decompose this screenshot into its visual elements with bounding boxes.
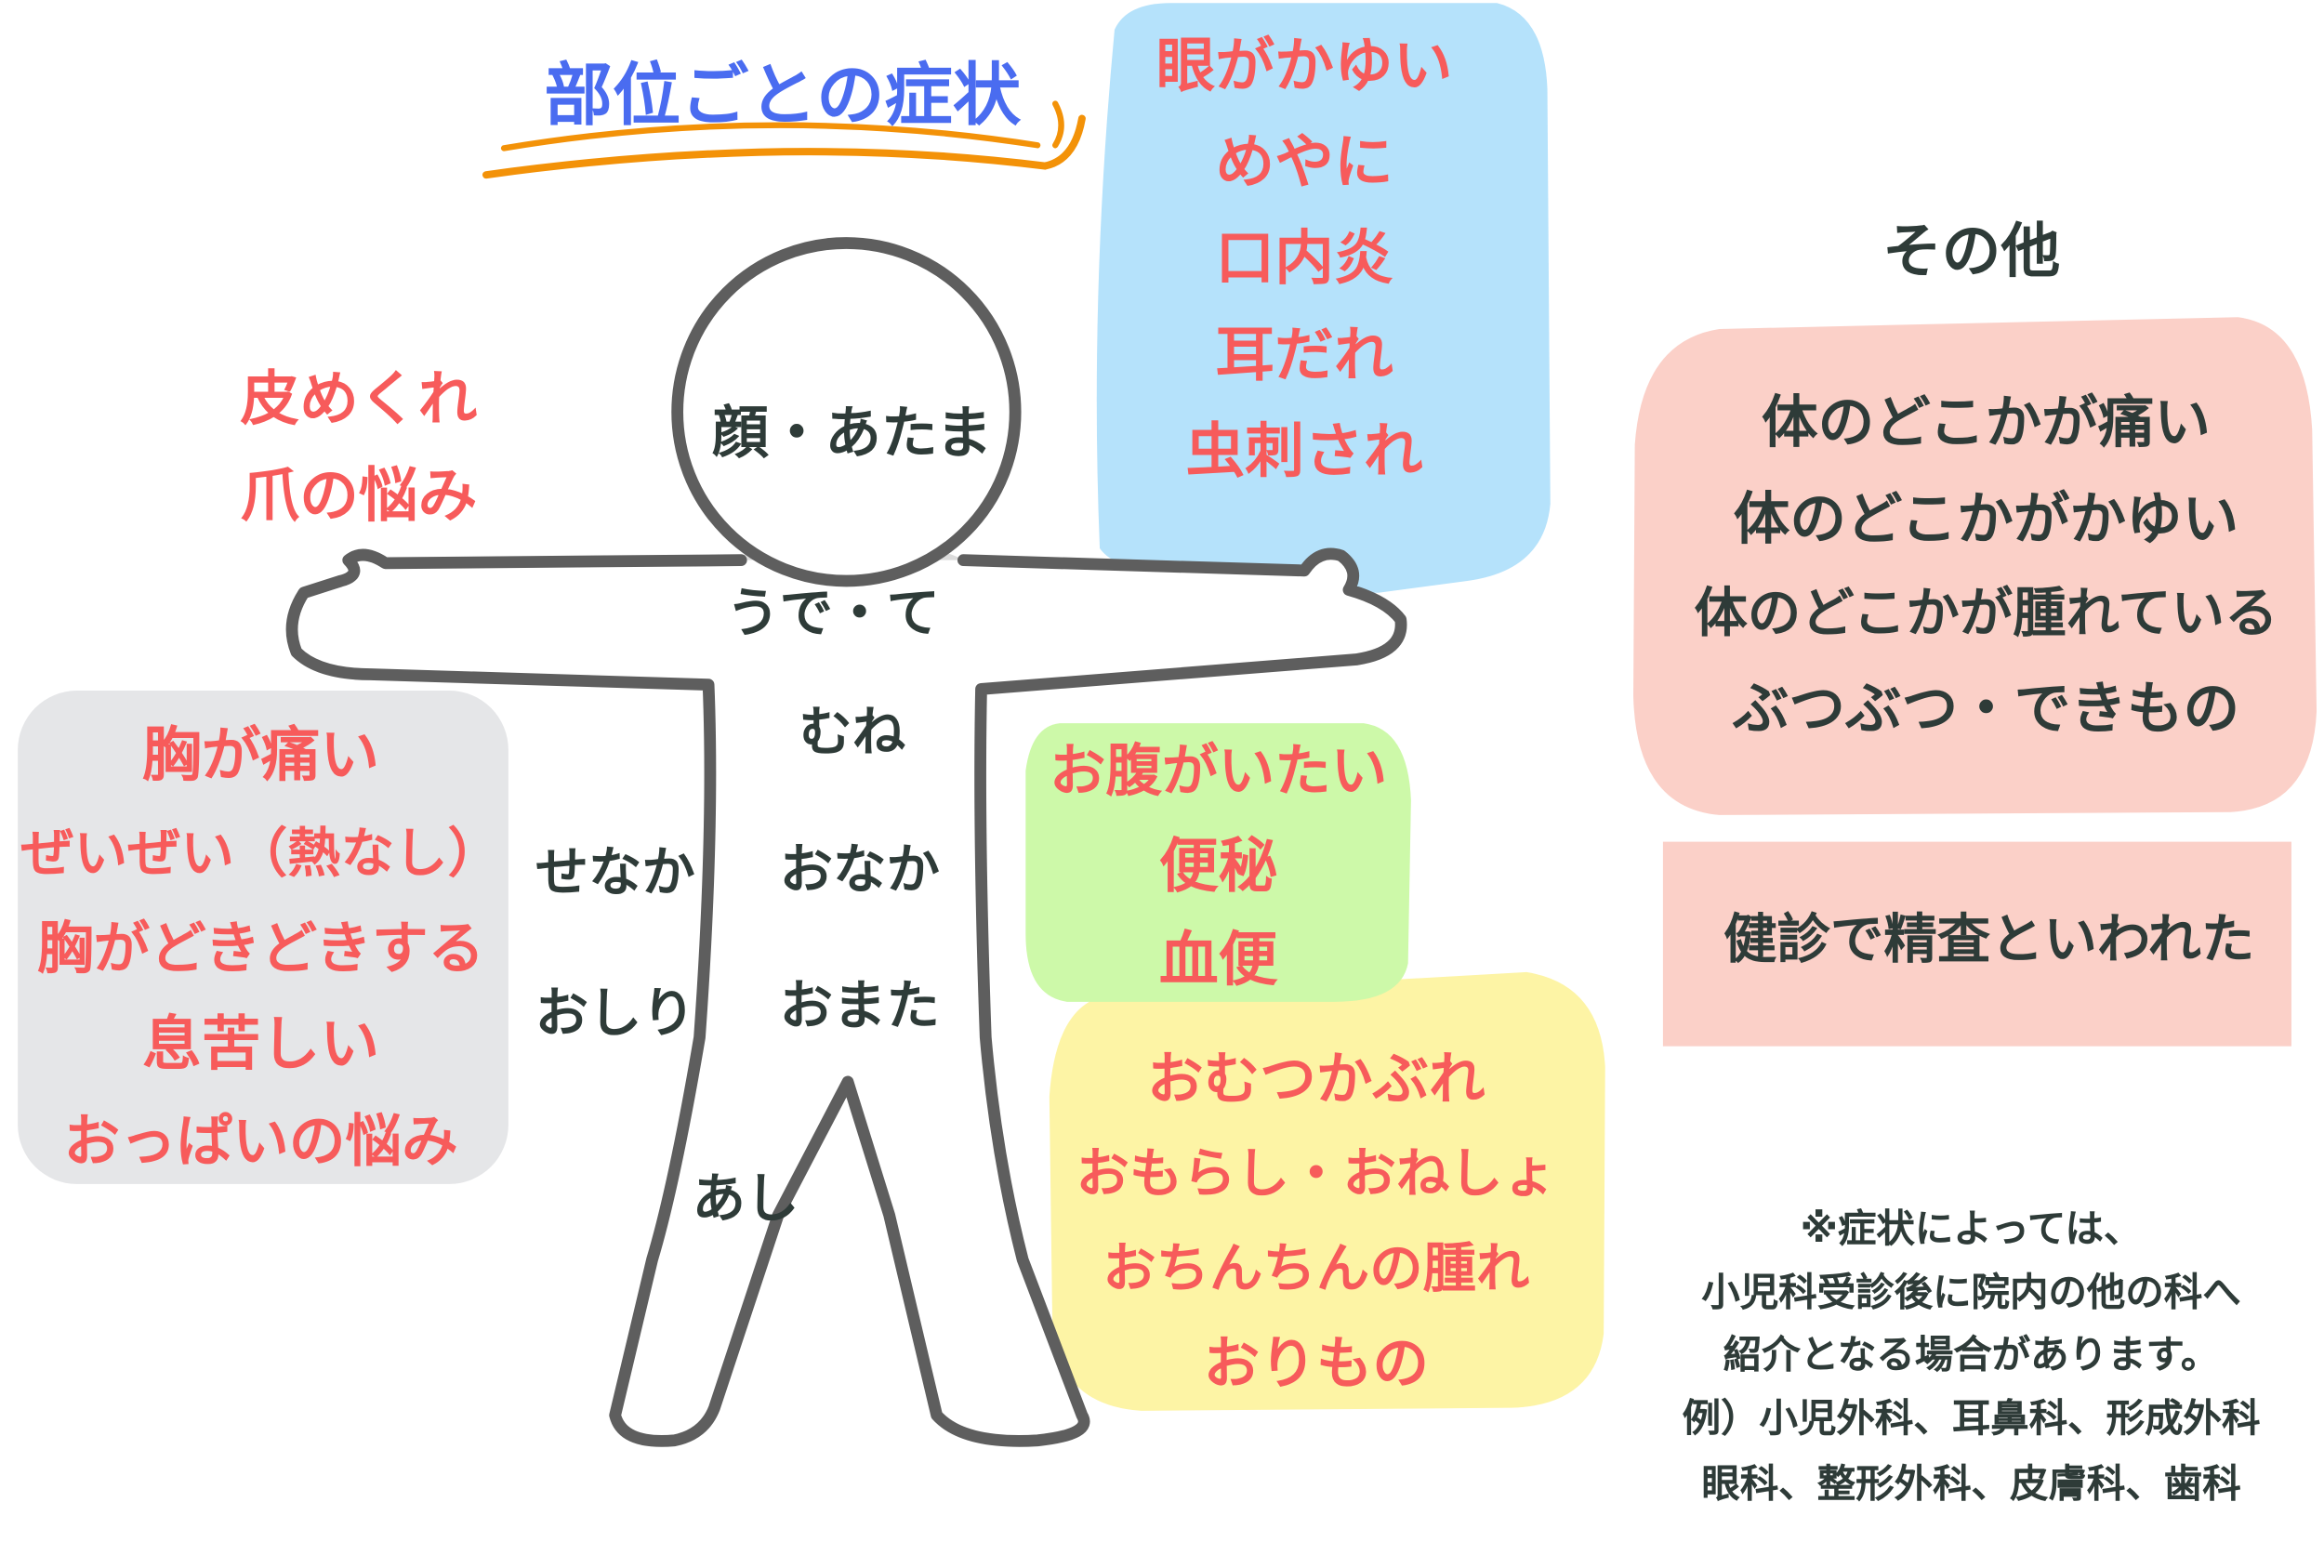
chest-symptom: 胸が痛い: [142, 721, 380, 790]
other-symptom: 体のどこかが腫れている: [1694, 584, 2278, 645]
label-groin: おまた: [779, 976, 940, 1038]
chest-symptom: 胸がどきどきする: [37, 916, 485, 982]
page-title: 部位ごとの症状: [544, 54, 1022, 136]
head-symptom: 眼がかゆい: [1155, 33, 1453, 101]
belly-symptom: お腹がいたい: [1049, 738, 1388, 804]
belly-symptom: 便秘: [1158, 833, 1278, 902]
label-chest: むね: [799, 702, 906, 764]
note-line: 小児科受診後に院内の他の科へ: [1701, 1271, 2241, 1316]
other-heading: その他: [1882, 217, 2061, 286]
head-symptom: 虫刺され: [1185, 417, 1423, 486]
chest-symptom: 息苦しい: [142, 1010, 380, 1079]
symptom-diagram: 部位ごとの症状 眼がかゆい めやに 口内炎 耳だれ 虫刺され 皮めくれ 爪の悩み…: [0, 0, 2324, 1568]
head-symptom: 耳だれ: [1215, 321, 1393, 390]
skin-symptom: 爪の悩み: [240, 462, 478, 531]
label-buttocks: おしり: [535, 983, 695, 1046]
chest-symptom: おっぱいの悩み: [63, 1108, 458, 1174]
other-symptom: 体のどこかがかゆい: [1733, 485, 2239, 552]
note-line: 紹介となる場合があります。: [1723, 1333, 2220, 1378]
head-symptom: めやに: [1215, 128, 1393, 198]
skin-symptom: 皮めくれ: [240, 365, 478, 435]
groin-symptom: おりもの: [1203, 1330, 1430, 1396]
other-symptom: ぶつぶつ・できもの: [1732, 676, 2240, 742]
note-line: 例）小児外科、耳鼻科、形成外科: [1682, 1397, 2261, 1443]
belly-symptom: 血便: [1158, 926, 1278, 995]
chest-symptom: ぜいぜい（熱なし）: [20, 824, 501, 885]
checkup-text: 健診で精査といわれた: [1723, 909, 2255, 971]
label-leg: あし: [692, 1168, 799, 1231]
groin-symptom: おむつかぶれ: [1147, 1046, 1486, 1112]
title-underline-flick: [1052, 100, 1064, 149]
label-arm: うで・て: [726, 584, 940, 645]
note-line: 眼科、整形外科、皮膚科、歯科: [1701, 1462, 2241, 1508]
groin-symptom: おもらし・おねしょ: [1076, 1143, 1557, 1206]
head-symptom: 口内炎: [1215, 225, 1393, 294]
groin-symptom: おちんちんの腫れ: [1103, 1238, 1530, 1300]
other-symptom: 体のどこかが痛い: [1762, 389, 2211, 455]
note-line: ※症状によっては、: [1800, 1207, 2143, 1253]
label-belly: おなか: [779, 840, 940, 902]
label-face: 顔・あたま: [712, 400, 993, 466]
label-back: せなか: [535, 843, 695, 904]
